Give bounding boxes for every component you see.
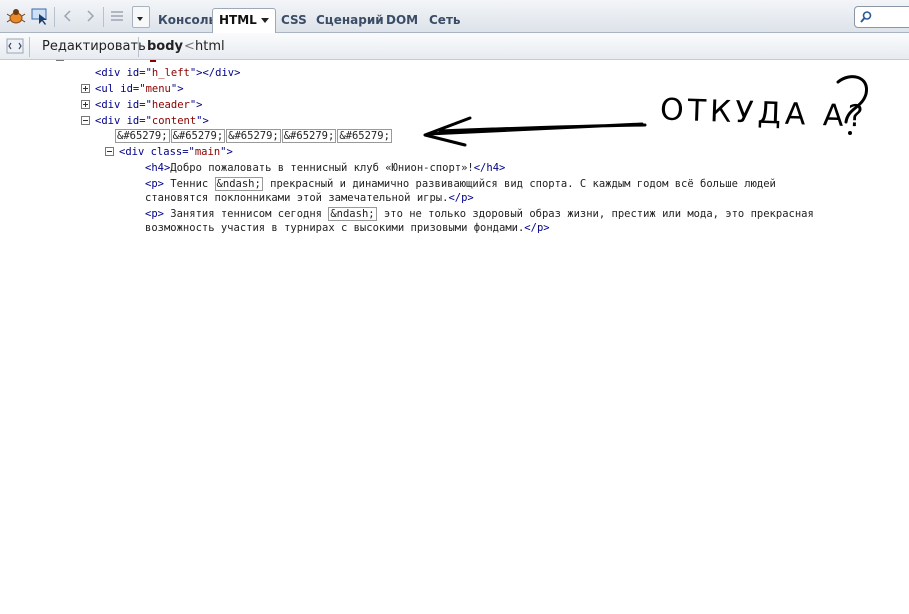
arrow-icon [423, 116, 647, 147]
annotation-text: ОТКУДА А? [659, 92, 869, 135]
hand-drawn-annotation [423, 75, 868, 147]
